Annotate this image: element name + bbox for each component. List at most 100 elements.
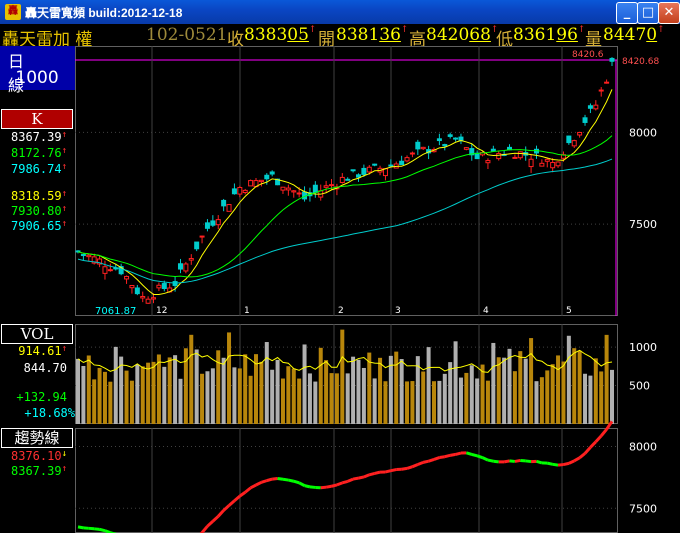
volume-bar xyxy=(237,368,242,424)
volume-bar xyxy=(491,342,496,424)
window-title: 轟天雷寬頻 build:2012-12-18 xyxy=(25,6,183,20)
volume-bar xyxy=(86,355,91,424)
vol-panel-label[interactable]: VOL xyxy=(1,324,73,344)
trend-segment xyxy=(557,463,564,467)
candle-body xyxy=(258,179,264,183)
candle-body xyxy=(609,57,615,62)
trend-segment xyxy=(411,463,419,469)
candle-body xyxy=(226,204,232,212)
volume-bar xyxy=(550,364,555,424)
trend-segment xyxy=(573,456,581,463)
volume-bar xyxy=(76,358,80,424)
volume-bar xyxy=(448,362,453,424)
trend-segment xyxy=(244,486,252,494)
trend-segment xyxy=(401,466,408,471)
volume-bar xyxy=(227,332,232,424)
candle-body xyxy=(221,199,227,207)
month-label: 12 xyxy=(156,306,167,316)
trend-segment xyxy=(282,477,289,482)
high-value: 842068↑ xyxy=(426,25,499,45)
volume-bar xyxy=(270,369,275,424)
trend-segment xyxy=(417,460,424,466)
volume-bar xyxy=(102,371,107,424)
volume-bar xyxy=(340,329,345,424)
candle-body xyxy=(355,174,361,178)
candle-body xyxy=(177,263,183,270)
trend-segment xyxy=(320,485,327,490)
candle-body xyxy=(215,219,221,226)
trend-segment xyxy=(594,434,603,443)
k-panel-label[interactable]: K xyxy=(1,109,73,129)
panel-frame xyxy=(75,46,618,316)
candle-body xyxy=(285,187,291,191)
trend-segment xyxy=(249,483,257,490)
volume-bar xyxy=(135,364,140,424)
volume-bar xyxy=(566,335,571,424)
candle-body xyxy=(604,81,610,84)
volume-bar xyxy=(507,348,512,424)
k-chart: 7500 8000 8420.6 8420.68 7061.87 xyxy=(75,50,659,317)
trend-segment xyxy=(514,458,521,463)
candle-body xyxy=(555,161,561,167)
trend-segment xyxy=(390,468,397,473)
month-label: 5 xyxy=(566,306,572,316)
candle-body xyxy=(339,176,345,183)
candle-body xyxy=(188,258,194,261)
volume-bar xyxy=(313,381,318,424)
quote-bar: 轟天雷加 權 102-0521 收 838305↑ 開 838136↑ 高 84… xyxy=(0,24,680,50)
y-tick-label: 500 xyxy=(629,380,650,393)
candle-body xyxy=(140,295,146,299)
volume-bar xyxy=(561,361,566,424)
title-bar[interactable]: 轟 轟天雷寬頻 build:2012-12-18 _ □ ✕ xyxy=(0,0,680,25)
volume-bar xyxy=(480,364,485,424)
volume-bar xyxy=(259,361,264,424)
candle-body xyxy=(248,180,254,187)
candle-body xyxy=(404,157,410,162)
candle-body xyxy=(372,163,378,166)
candle-body xyxy=(512,156,518,159)
volume-bar xyxy=(307,373,312,424)
trend-segment xyxy=(536,459,543,465)
volume-bar xyxy=(432,381,436,424)
y-tick-label: 8000 xyxy=(629,126,657,139)
open-value: 838136↑ xyxy=(336,25,409,45)
minimize-button[interactable]: _ xyxy=(616,2,638,24)
month-label: 2 xyxy=(338,306,344,316)
month-label: 1 xyxy=(244,306,250,316)
trend-segment xyxy=(217,509,225,518)
trend-segment xyxy=(266,477,273,483)
trend-panel-label[interactable]: 趨勢線 xyxy=(1,428,73,448)
volume-bar xyxy=(485,380,490,424)
volume-bar xyxy=(264,342,269,424)
candle-body xyxy=(161,283,167,290)
volume-bar xyxy=(297,378,302,424)
period-box[interactable]: 日 線 .1000 xyxy=(0,46,75,95)
trend-segment xyxy=(600,428,608,437)
trend-segment xyxy=(487,458,494,463)
volume-bar xyxy=(129,380,134,424)
vol-value-2: 844.70 xyxy=(23,361,67,375)
close-button[interactable]: ✕ xyxy=(658,2,680,24)
volume-bar xyxy=(302,344,307,424)
volume-bar xyxy=(318,347,323,424)
volume-bar xyxy=(593,358,598,424)
candle-body xyxy=(517,151,523,159)
candle-body xyxy=(598,89,604,92)
volume-bar xyxy=(97,367,102,424)
maximize-button[interactable]: □ xyxy=(637,2,659,24)
candle-body xyxy=(156,284,162,289)
volume-bar xyxy=(156,354,161,424)
candle-body xyxy=(528,158,534,168)
candle-body xyxy=(490,148,496,152)
volume-bar xyxy=(113,346,118,424)
candle-body xyxy=(129,284,135,289)
quote-code: 102-0521 xyxy=(146,25,228,45)
volume-bar xyxy=(421,371,426,424)
trend-chart: 7500 8000 xyxy=(75,420,657,533)
trend-segment xyxy=(471,452,478,458)
volume-bar xyxy=(167,357,172,424)
candle-body xyxy=(312,184,318,193)
candle-body xyxy=(124,275,130,280)
candle-body xyxy=(577,131,583,136)
chart-area[interactable]: 12 1 2 3 4 5 750080008420.68420.687061.87 500… xyxy=(75,46,680,533)
